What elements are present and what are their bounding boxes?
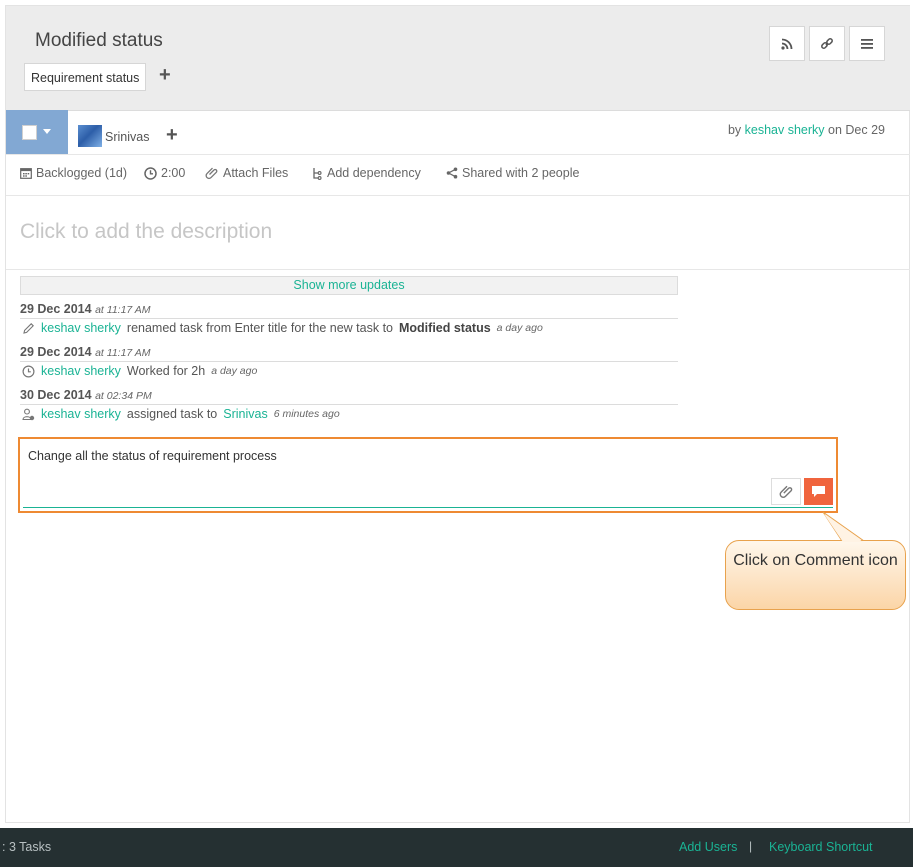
activity-date-text: 30 Dec 2014 bbox=[20, 388, 92, 402]
instruction-callout: Click on Comment icon bbox=[725, 540, 906, 610]
caret-down-icon[interactable] bbox=[43, 129, 51, 134]
task-select-dropdown[interactable] bbox=[6, 110, 68, 154]
attach-files-button[interactable]: Attach Files bbox=[205, 166, 288, 180]
add-users-link[interactable]: Add Users bbox=[679, 840, 737, 854]
add-dependency-label: Add dependency bbox=[327, 166, 421, 180]
pencil-icon bbox=[23, 322, 34, 334]
share-icon bbox=[446, 167, 458, 179]
paperclip-icon bbox=[779, 485, 792, 498]
activity-item: keshav sherky renamed task from Enter ti… bbox=[22, 321, 543, 335]
footer-bar: : 3 Tasks Add Users | Keyboard Shortcut bbox=[0, 828, 913, 867]
description-placeholder[interactable]: Click to add the description bbox=[20, 220, 272, 244]
user-assign-icon bbox=[22, 408, 35, 420]
activity-target: Modified status bbox=[399, 321, 491, 335]
author-link[interactable]: keshav sherky bbox=[745, 123, 825, 137]
attach-files-label: Attach Files bbox=[223, 166, 289, 180]
paperclip-icon bbox=[205, 167, 218, 180]
backlogged-label: Backlogged (1d) bbox=[36, 166, 128, 180]
activity-action: renamed task from Enter title for the ne… bbox=[126, 321, 393, 335]
calendar-icon bbox=[20, 168, 32, 179]
task-assignee-row: Srinivas + by keshav sherky on Dec 29 bbox=[6, 110, 910, 155]
comment-highlight-frame: Change all the status of requirement pro… bbox=[18, 437, 838, 513]
created-date: on Dec 29 bbox=[828, 123, 885, 137]
activity-time-text: at 11:17 AM bbox=[95, 304, 151, 316]
rss-icon bbox=[781, 38, 793, 50]
backlogged-status[interactable]: Backlogged (1d) bbox=[20, 166, 127, 180]
menu-button[interactable] bbox=[849, 26, 885, 61]
by-prefix: by bbox=[727, 123, 742, 137]
activity-user-link[interactable]: keshav sherky bbox=[41, 364, 121, 378]
keyboard-shortcut-link[interactable]: Keyboard Shortcut bbox=[769, 840, 873, 854]
footer-separator: | bbox=[749, 839, 753, 853]
divider bbox=[20, 318, 678, 319]
activity-user-link[interactable]: keshav sherky bbox=[41, 321, 121, 335]
activity-ago: a day ago bbox=[211, 365, 258, 377]
activity-date: 29 Dec 2014 at 11:17 AM bbox=[20, 302, 151, 316]
add-assignee-button[interactable]: + bbox=[166, 124, 178, 146]
comment-submit-button[interactable] bbox=[804, 478, 833, 505]
activity-ago: a day ago bbox=[496, 322, 543, 334]
hamburger-menu-icon bbox=[861, 38, 873, 49]
time-label: 2:00 bbox=[161, 166, 186, 180]
add-dependency-button[interactable]: Add dependency bbox=[312, 166, 421, 180]
activity-ago: 6 minutes ago bbox=[273, 408, 340, 420]
activity-date-text: 29 Dec 2014 bbox=[20, 345, 92, 359]
activity-date-text: 29 Dec 2014 bbox=[20, 302, 92, 316]
clock-icon bbox=[22, 364, 35, 378]
activity-time-text: at 02:34 PM bbox=[95, 390, 152, 402]
description-area[interactable]: Click to add the description bbox=[6, 196, 910, 270]
comment-attach-button[interactable] bbox=[771, 478, 801, 505]
comment-input[interactable]: Change all the status of requirement pro… bbox=[23, 442, 833, 508]
assignee-name[interactable]: Srinivas bbox=[105, 130, 149, 144]
task-count: : 3 Tasks bbox=[2, 840, 52, 854]
assignee-avatar bbox=[78, 125, 102, 147]
link-icon bbox=[821, 37, 833, 49]
rss-button[interactable] bbox=[769, 26, 805, 61]
task-meta-row: Backlogged (1d) 2:00 Attach Files Add de… bbox=[6, 155, 910, 196]
task-byline: by keshav sherky on Dec 29 bbox=[728, 123, 885, 137]
activity-item: keshav sherky Worked for 2h a day ago bbox=[22, 364, 257, 378]
activity-date: 29 Dec 2014 at 11:17 AM bbox=[20, 345, 151, 359]
activity-target-user-link[interactable]: Srinivas bbox=[223, 407, 267, 421]
task-header: Modified status Requirement status + bbox=[6, 6, 910, 111]
activity-user-link[interactable]: keshav sherky bbox=[41, 407, 121, 421]
copy-link-button[interactable] bbox=[809, 26, 845, 61]
clock-icon bbox=[144, 166, 157, 180]
activity-action: assigned task to bbox=[126, 407, 218, 421]
tag-requirement-status[interactable]: Requirement status bbox=[24, 63, 147, 91]
add-tag-button[interactable]: + bbox=[159, 64, 171, 86]
task-checkbox[interactable] bbox=[22, 125, 37, 140]
comment-icon bbox=[812, 486, 825, 497]
activity-date: 30 Dec 2014 at 02:34 PM bbox=[20, 388, 152, 402]
dependency-icon bbox=[313, 167, 322, 180]
activity-item: keshav sherky assigned task to Srinivas … bbox=[22, 407, 340, 421]
shared-with-label: Shared with 2 people bbox=[462, 166, 580, 180]
activity-time-text: at 11:17 AM bbox=[95, 347, 151, 359]
task-title[interactable]: Modified status bbox=[35, 30, 163, 52]
shared-with-button[interactable]: Shared with 2 people bbox=[446, 166, 579, 180]
activity-action: Worked for 2h bbox=[126, 364, 206, 378]
divider bbox=[20, 404, 678, 405]
divider bbox=[20, 361, 678, 362]
time-estimate[interactable]: 2:00 bbox=[144, 166, 185, 180]
show-more-updates-button[interactable]: Show more updates bbox=[20, 276, 678, 295]
